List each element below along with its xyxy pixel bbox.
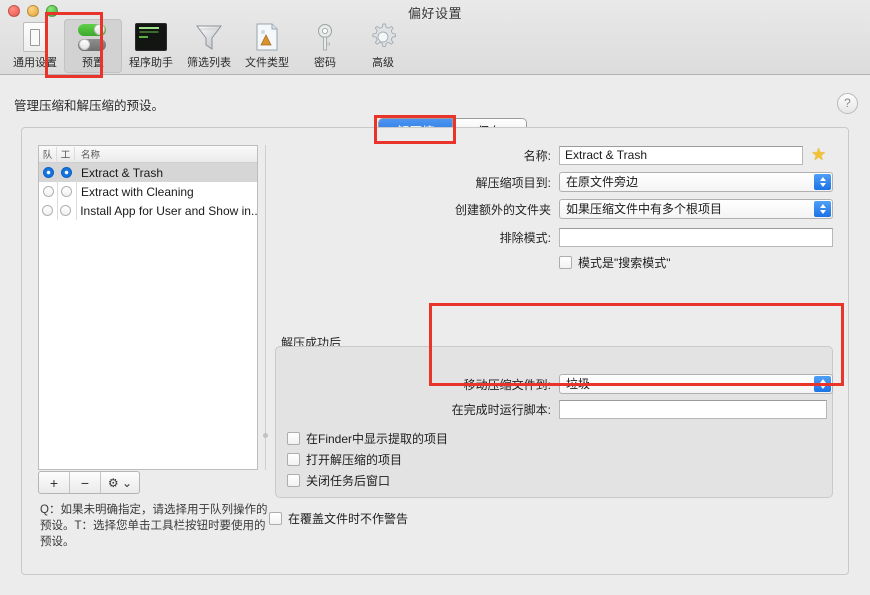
extra-folder-value: 如果压缩文件中有多个根项目 bbox=[566, 202, 723, 216]
toolbar-item-general[interactable]: 通用设置 bbox=[6, 19, 64, 73]
chevron-updown-icon bbox=[814, 376, 831, 392]
preset-name: Extract & Trash bbox=[81, 165, 164, 180]
preset-list-header: 队 工 名称 bbox=[39, 146, 257, 163]
move-archive-value: 垃圾 bbox=[566, 377, 591, 391]
show-in-finder-label: 在Finder中显示提取的项目 bbox=[306, 432, 449, 446]
queue-radio-icon[interactable] bbox=[42, 186, 54, 197]
preferences-window: 偏好设置 通用设置 预置 程序助手 筛选列表 文件类型 密码 高级 管理压缩和解… bbox=[0, 0, 870, 595]
preset-list-body: Extract & Trash Extract with Cleaning In… bbox=[39, 163, 257, 220]
column-header-toolbar[interactable]: 工 bbox=[57, 147, 75, 161]
page-intro-text: 管理压缩和解压缩的预设。 bbox=[14, 99, 165, 113]
open-extracted-label: 打开解压缩的项目 bbox=[306, 453, 403, 467]
star-icon[interactable]: ★ bbox=[811, 145, 826, 165]
presets-panel: 队 工 名称 Extract & Trash Extract with Clea… bbox=[21, 127, 849, 575]
chevron-updown-icon bbox=[814, 201, 831, 217]
name-field-row: 名称: Extract & Trash ★ bbox=[275, 145, 835, 165]
toolbar-label-script-helper: 程序助手 bbox=[129, 57, 173, 69]
extract-to-popup[interactable]: 在原文件旁边 bbox=[559, 172, 833, 192]
extra-folder-label: 创建额外的文件夹 bbox=[454, 202, 551, 217]
toolbar-item-file-types[interactable]: 文件类型 bbox=[238, 19, 296, 73]
search-mode-checkbox-row[interactable]: 模式是"搜索模式" bbox=[559, 254, 671, 271]
close-window-checkbox[interactable] bbox=[287, 474, 300, 487]
close-window-checkbox-row[interactable]: 关闭任务后窗口 bbox=[287, 472, 390, 489]
extract-to-value: 在原文件旁边 bbox=[566, 175, 639, 189]
open-extracted-checkbox-row[interactable]: 打开解压缩的项目 bbox=[287, 451, 402, 468]
close-window-label: 关闭任务后窗口 bbox=[306, 474, 391, 488]
toolbar-item-filter-list[interactable]: 筛选列表 bbox=[180, 19, 238, 73]
toolbar-label-password: 密码 bbox=[314, 57, 336, 69]
table-row[interactable]: Install App for User and Show in... bbox=[39, 201, 257, 220]
name-label: 名称: bbox=[523, 148, 551, 163]
preset-list-toolbar: + − ⚙ ⌄ bbox=[38, 471, 140, 494]
extract-to-row: 解压缩项目到: 在原文件旁边 bbox=[275, 172, 835, 192]
open-extracted-checkbox[interactable] bbox=[287, 453, 300, 466]
move-archive-popup[interactable]: 垃圾 bbox=[559, 374, 833, 394]
run-script-input[interactable] bbox=[559, 400, 827, 419]
preset-actions-button[interactable]: ⚙ ⌄ bbox=[101, 472, 139, 493]
no-overwrite-warning-checkbox-row[interactable]: 在覆盖文件时不作警告 bbox=[269, 510, 408, 527]
run-script-row: 在完成时运行脚本: bbox=[275, 400, 835, 419]
queue-radio-icon[interactable] bbox=[42, 167, 54, 178]
terminal-icon bbox=[122, 21, 180, 53]
queue-radio-cell[interactable] bbox=[39, 167, 57, 178]
extract-to-label: 解压缩项目到: bbox=[475, 175, 551, 190]
no-overwrite-warning-label: 在覆盖文件时不作警告 bbox=[288, 512, 409, 526]
preset-name: Extract with Cleaning bbox=[81, 184, 194, 199]
toolbar-radio-cell[interactable] bbox=[57, 167, 75, 178]
toolbar-radio-cell[interactable] bbox=[57, 186, 75, 197]
toolbar-label-general: 通用设置 bbox=[13, 57, 57, 69]
toolbar-label-filter-list: 筛选列表 bbox=[187, 57, 231, 69]
exclude-pattern-label: 排除模式: bbox=[499, 231, 551, 245]
toolbar-label-advanced: 高级 bbox=[372, 57, 394, 69]
move-archive-label: 移动压缩文件到: bbox=[463, 377, 551, 392]
file-type-icon bbox=[238, 21, 296, 53]
panel-splitter-grip[interactable] bbox=[263, 433, 268, 438]
extra-folder-popup[interactable]: 如果压缩文件中有多个根项目 bbox=[559, 199, 833, 219]
search-mode-label: 模式是"搜索模式" bbox=[578, 256, 671, 270]
toolbar-label-file-types: 文件类型 bbox=[245, 57, 289, 69]
run-script-label: 在完成时运行脚本: bbox=[451, 403, 551, 417]
show-in-finder-checkbox-row[interactable]: 在Finder中显示提取的项目 bbox=[287, 430, 448, 447]
extra-folder-row: 创建额外的文件夹 如果压缩文件中有多个根项目 bbox=[275, 199, 835, 219]
exclude-pattern-row: 排除模式: bbox=[275, 228, 835, 247]
general-settings-icon bbox=[6, 21, 64, 53]
preset-list[interactable]: 队 工 名称 Extract & Trash Extract with Clea… bbox=[38, 145, 258, 470]
title-bar: 偏好设置 通用设置 预置 程序助手 筛选列表 文件类型 密码 高级 bbox=[0, 0, 870, 75]
preset-help-text: Q：如果未明确指定，请选择用于队列操作的预设。T：选择您单击工具栏按钮时要使用的… bbox=[40, 504, 268, 548]
panel-splitter bbox=[265, 145, 266, 470]
toolbar-label-presets: 预置 bbox=[82, 57, 104, 69]
toolbar-item-password[interactable]: 密码 bbox=[296, 19, 354, 73]
toolbar-radio-icon[interactable] bbox=[60, 186, 72, 197]
queue-radio-cell[interactable] bbox=[39, 205, 57, 216]
column-header-queue[interactable]: 队 bbox=[39, 147, 57, 161]
toolbar: 通用设置 预置 程序助手 筛选列表 文件类型 密码 高级 bbox=[6, 19, 412, 73]
key-icon bbox=[296, 21, 354, 53]
table-row[interactable]: Extract & Trash bbox=[39, 163, 257, 182]
chevron-updown-icon bbox=[814, 174, 831, 190]
add-preset-button[interactable]: + bbox=[39, 472, 70, 493]
toolbar-item-advanced[interactable]: 高级 bbox=[354, 19, 412, 73]
search-mode-checkbox[interactable] bbox=[559, 256, 572, 269]
toolbar-item-presets[interactable]: 预置 bbox=[64, 19, 122, 73]
no-overwrite-warning-checkbox[interactable] bbox=[269, 512, 282, 525]
gear-icon bbox=[354, 21, 412, 53]
show-in-finder-checkbox[interactable] bbox=[287, 432, 300, 445]
toolbar-radio-icon[interactable] bbox=[60, 167, 72, 178]
queue-radio-cell[interactable] bbox=[39, 186, 57, 197]
help-button[interactable]: ? bbox=[837, 93, 858, 114]
name-input[interactable]: Extract & Trash bbox=[559, 145, 803, 165]
funnel-icon bbox=[180, 21, 238, 53]
exclude-pattern-input[interactable] bbox=[559, 228, 833, 247]
presets-toggles-icon bbox=[64, 21, 122, 53]
column-header-name[interactable]: 名称 bbox=[75, 147, 100, 161]
toolbar-radio-cell[interactable] bbox=[57, 205, 75, 216]
move-archive-row: 移动压缩文件到: 垃圾 bbox=[275, 374, 835, 394]
preset-name: Install App for User and Show in... bbox=[80, 203, 258, 218]
queue-radio-icon[interactable] bbox=[42, 205, 54, 216]
content-area: 管理压缩和解压缩的预设。 ? 解压缩 保存 队 工 名称 bbox=[0, 75, 870, 595]
toolbar-radio-icon[interactable] bbox=[59, 205, 71, 216]
remove-preset-button[interactable]: − bbox=[70, 472, 101, 493]
table-row[interactable]: Extract with Cleaning bbox=[39, 182, 257, 201]
toolbar-item-script-helper[interactable]: 程序助手 bbox=[122, 19, 180, 73]
